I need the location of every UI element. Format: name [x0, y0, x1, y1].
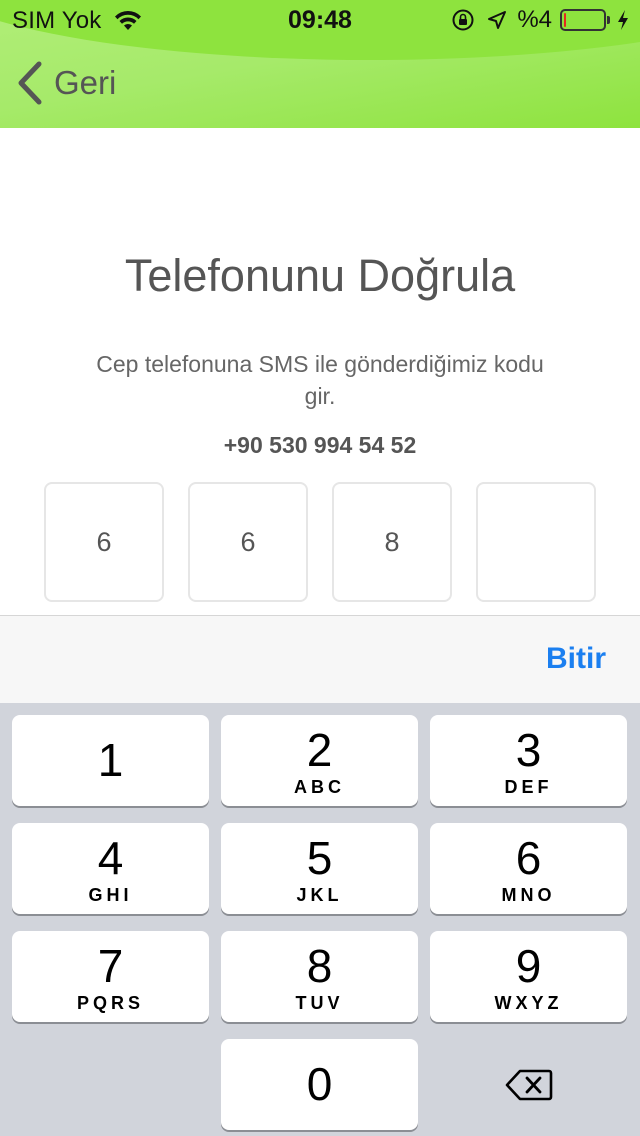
backspace-icon: [505, 1069, 552, 1100]
key-letters: TUV: [295, 993, 344, 1013]
key-4[interactable]: 4 GHI: [12, 823, 209, 914]
status-right: %4: [451, 6, 630, 34]
charging-bolt-icon: [618, 10, 628, 30]
status-bar: SIM Yok 09:48 %4: [0, 0, 640, 40]
delete-button[interactable]: [430, 1039, 627, 1130]
key-digit: 8: [306, 940, 333, 992]
back-button[interactable]: Geri: [14, 60, 116, 106]
code-digit-box-2[interactable]: 6: [188, 482, 308, 602]
code-digit-box-1[interactable]: 6: [44, 482, 164, 602]
key-6[interactable]: 6 MNO: [430, 823, 627, 914]
battery-percent: %4: [517, 6, 552, 33]
key-0[interactable]: 0: [221, 1039, 418, 1130]
back-label: Geri: [54, 64, 117, 101]
key-8[interactable]: 8 TUV: [221, 931, 418, 1022]
orientation-lock-icon: [452, 9, 474, 31]
key-letters: GHI: [88, 885, 133, 905]
key-digit: 3: [515, 724, 542, 776]
key-digit: 1: [97, 734, 124, 786]
header: SIM Yok 09:48 %4 Geri: [0, 0, 640, 128]
key-letters: DEF: [504, 777, 553, 797]
key-digit: 0: [306, 1058, 333, 1110]
key-2[interactable]: 2 ABC: [221, 715, 418, 806]
key-digit: 4: [97, 832, 124, 884]
key-letters: PQRS: [76, 993, 144, 1013]
code-digit-box-4[interactable]: [476, 482, 596, 602]
key-9[interactable]: 9 WXYZ: [430, 931, 627, 1022]
key-digit: 2: [306, 724, 333, 776]
key-5[interactable]: 5 JKL: [221, 823, 418, 914]
verification-code-input[interactable]: 6 6 8: [44, 482, 596, 602]
key-letters: WXYZ: [494, 993, 563, 1013]
numeric-keypad: 1 2 ABC 3 DEF 4 GHI 5 JKL 6 MNO 7 PQRS 8…: [0, 703, 640, 1136]
code-digit-box-3[interactable]: 8: [332, 482, 452, 602]
page-title: Telefonunu Doğrula: [124, 250, 516, 301]
key-7[interactable]: 7 PQRS: [12, 931, 209, 1022]
battery-icon: [560, 9, 610, 31]
key-1[interactable]: 1: [12, 715, 209, 806]
key-letters: MNO: [501, 885, 556, 905]
chevron-left-icon: [18, 61, 42, 105]
key-letters: ABC: [294, 777, 345, 797]
key-3[interactable]: 3 DEF: [430, 715, 627, 806]
key-letters: JKL: [296, 885, 343, 905]
key-digit: 7: [97, 940, 124, 992]
instruction-text: Cep telefonuna SMS ile gönderdiğimiz kod…: [96, 351, 544, 409]
key-digit: 5: [306, 832, 333, 884]
keyboard-toolbar: Bitir: [0, 615, 640, 703]
phone-number: +90 530 994 54 52: [223, 432, 417, 458]
done-button[interactable]: Bitir: [546, 642, 606, 676]
battery-level: [564, 13, 566, 27]
location-icon: [488, 11, 507, 29]
key-digit: 6: [515, 832, 542, 884]
key-digit: 9: [515, 940, 542, 992]
